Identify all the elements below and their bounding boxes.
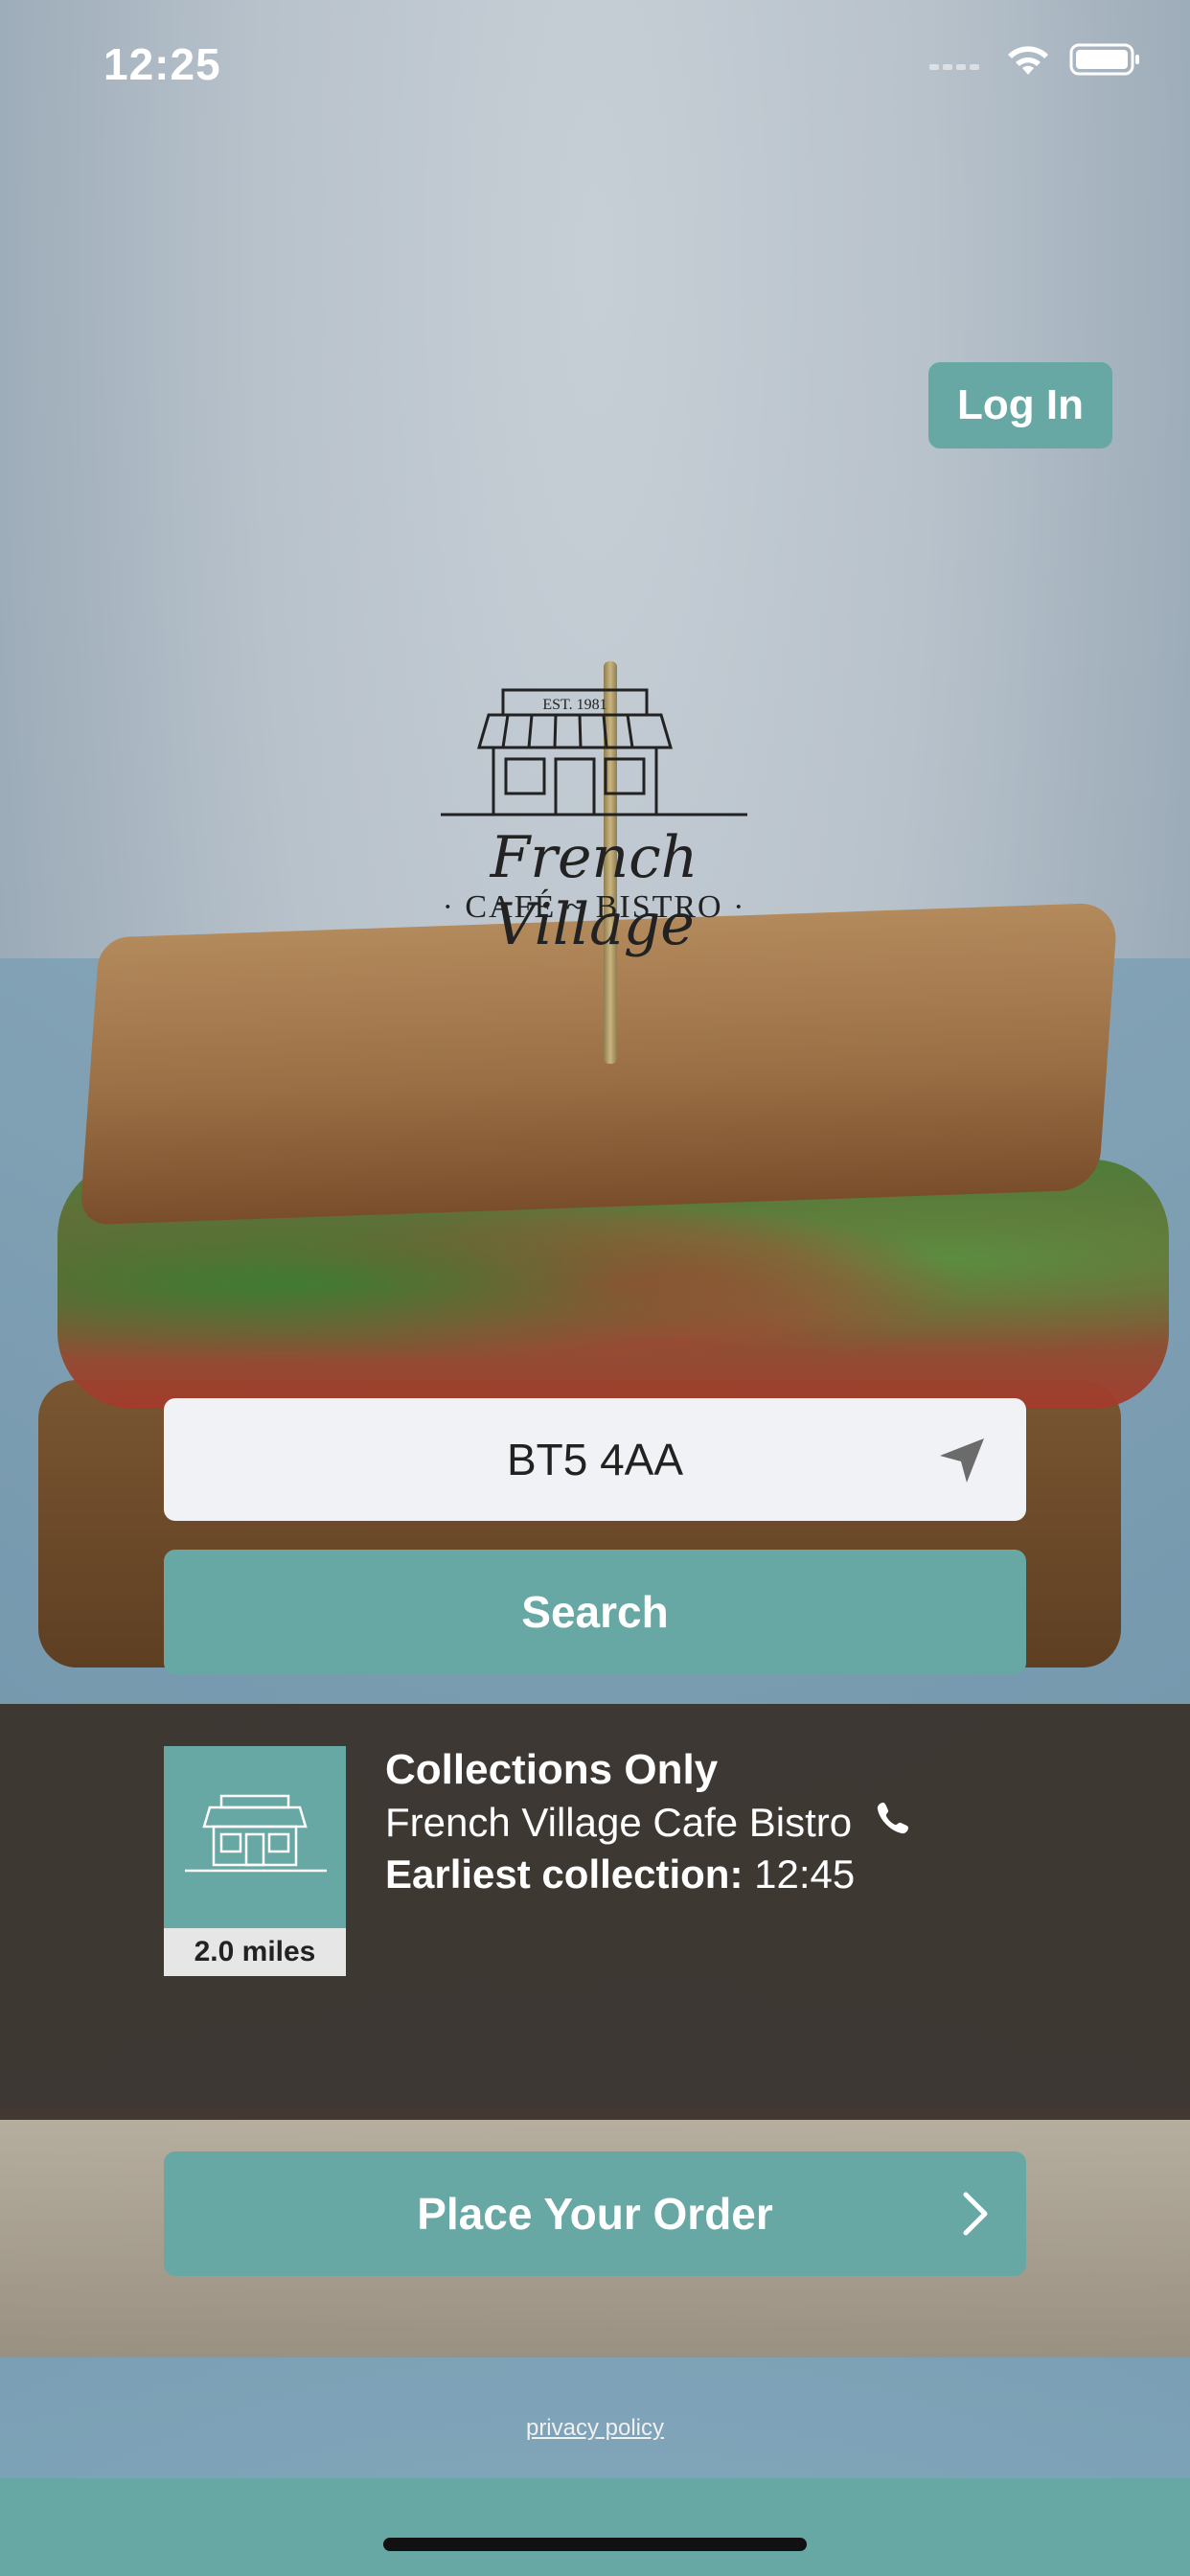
privacy-policy-link[interactable]: privacy policy [0,2415,1190,2442]
store-type: Collections Only [385,1746,719,1793]
search-button[interactable]: Search [164,1550,1026,1674]
store-name-row: French Village Cafe Bistro [385,1800,911,1846]
status-icons [929,42,1142,77]
place-order-label: Place Your Order [417,2189,773,2239]
signal-icon [929,49,987,70]
store-info: Collections Only French Village Cafe Bis… [385,1746,911,1898]
storefront-logo-icon: EST. 1981 [441,688,747,816]
store-card[interactable]: 2.0 miles Collections Only French Villag… [0,1704,1190,2120]
store-thumbnail [164,1746,346,1928]
home-indicator[interactable] [383,2538,807,2551]
postcode-input[interactable]: BT5 4AA [164,1398,1026,1521]
location-arrow-icon[interactable] [934,1435,988,1493]
battery-icon [1069,42,1142,77]
store-distance: 2.0 miles [164,1928,346,1976]
logo-est: EST. 1981 [542,697,606,713]
bottom-bar [0,2478,1190,2576]
earliest-time: 12:45 [754,1852,856,1897]
storefront-icon [185,1794,327,1873]
status-time: 12:25 [103,39,221,89]
phone-icon[interactable] [875,1800,911,1846]
wifi-icon [1004,42,1052,77]
store-name: French Village Cafe Bistro [385,1800,853,1845]
logo: EST. 1981 French Village · CAFÉ ~ BISTRO… [412,661,776,958]
postcode-value: BT5 4AA [506,1435,684,1484]
place-order-button[interactable]: Place Your Order [164,2151,1026,2276]
earliest-collection: Earliest collection: 12:45 [385,1852,911,1898]
login-button[interactable]: Log In [928,362,1112,448]
chevron-right-icon [961,2190,990,2248]
logo-subtitle: · CAFÉ ~ BISTRO · [442,889,746,925]
earliest-label: Earliest collection: [385,1852,744,1897]
